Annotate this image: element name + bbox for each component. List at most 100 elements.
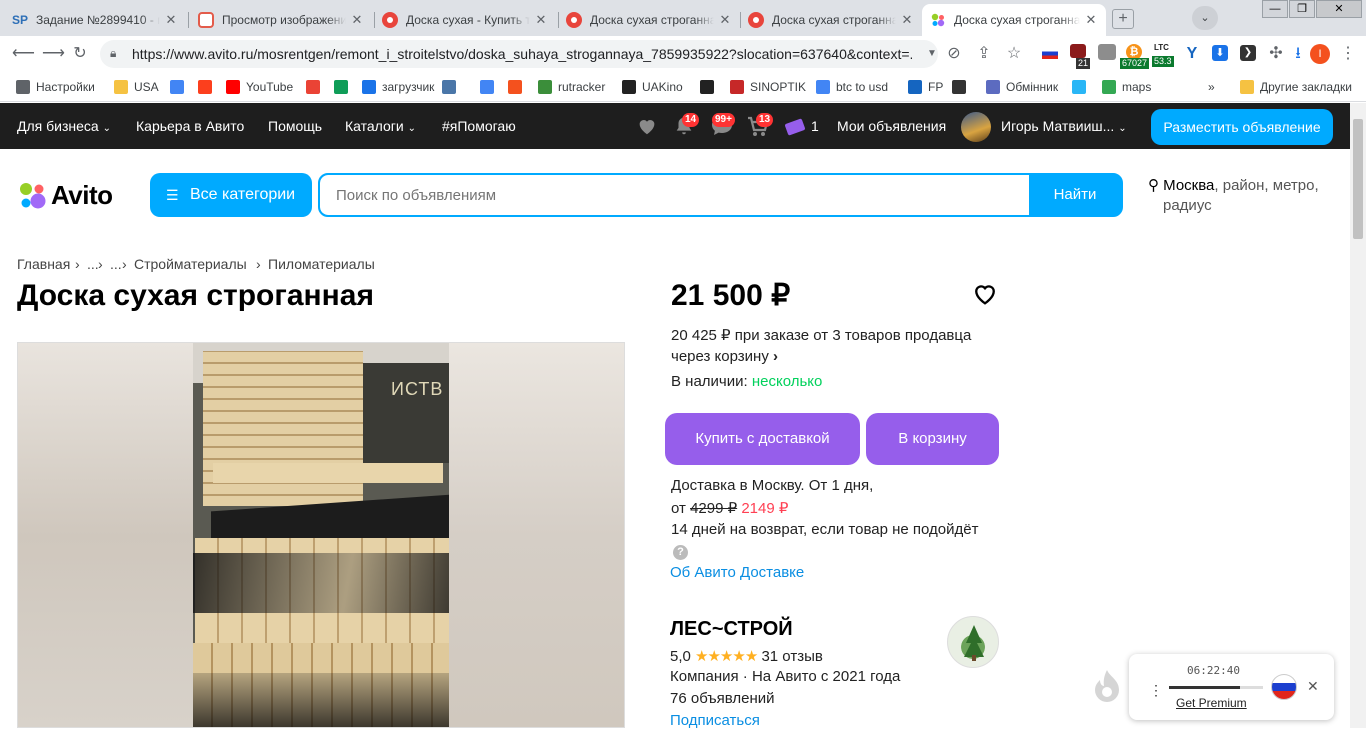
close-tab-icon[interactable]: ✕ [164,12,178,28]
favorite-heart-icon[interactable] [970,280,1000,313]
close-tab-icon[interactable]: ✕ [1084,12,1098,28]
extension-shield-icon[interactable] [1070,44,1086,58]
close-icon[interactable]: ✕ [1307,678,1319,695]
add-to-cart-button[interactable]: В корзину [866,413,999,465]
all-categories-button[interactable]: ☰ Все категории [150,173,312,217]
browser-tab-active[interactable]: Доска сухая строганная ✕ [922,4,1106,36]
bookmark-item[interactable] [952,78,972,96]
widget-menu-icon[interactable]: ⋮ [1149,682,1163,699]
bookmark-item[interactable] [700,78,720,96]
breadcrumb-item[interactable]: ... [110,256,122,272]
share-icon[interactable]: ⇪ [974,44,994,64]
download-ext-icon[interactable]: ⬇ [1212,45,1228,61]
browser-tab[interactable]: Доска сухая - Купить то ✕ [374,4,556,36]
maximize-button[interactable]: ❐ [1289,0,1315,18]
ya-help-link[interactable]: #яПомогаю [442,103,516,149]
bookmark-item[interactable] [170,78,190,96]
avito-logo[interactable]: Avito [17,180,113,211]
my-ads-link[interactable]: Мои объявления [837,103,946,149]
other-bookmarks-folder[interactable]: Другие закладки [1240,78,1352,96]
about-delivery-link[interactable]: Об Авито Доставке [670,564,804,581]
tab-search-chevron-icon[interactable]: ⌄ [1192,6,1218,30]
extension-arrow-icon[interactable]: ❯ [1240,45,1256,61]
bookmark-item[interactable]: Настройки [16,78,95,96]
bookmark-label: YouTube [246,80,294,94]
close-tab-icon[interactable]: ✕ [534,12,548,28]
bookmark-item[interactable] [306,78,326,96]
location-selector[interactable]: ⚲ Москва, район, метро, радиус [1148,176,1338,216]
close-window-button[interactable]: ✕ [1316,0,1362,18]
bookmark-item[interactable] [442,78,462,96]
bookmark-item[interactable] [480,78,500,96]
subscribe-link[interactable]: Подписаться [670,712,760,729]
russian-flag-icon[interactable] [1042,48,1058,59]
bookmark-item[interactable]: FP [908,78,943,96]
forward-icon[interactable]: ⟶ [42,44,65,64]
career-link[interactable]: Карьера в Авито [136,103,244,149]
for-business-menu[interactable]: Для бизнеса ⌄ [17,103,111,149]
bookmark-item[interactable]: USA [114,78,159,96]
blocked-icon[interactable]: ⊘ [944,44,964,64]
breadcrumb-item[interactable]: Пиломатериалы [268,256,375,272]
minimize-button[interactable]: — [1262,0,1288,18]
profile-avatar-icon[interactable]: I [1310,44,1330,64]
user-avatar[interactable] [961,112,991,142]
seller-logo[interactable] [947,616,999,668]
back-icon[interactable]: ⟵ [12,44,35,64]
search-input[interactable] [320,175,1029,215]
bookmark-item[interactable] [508,78,528,96]
more-bookmarks-button[interactable]: » [1208,78,1215,96]
bookmark-item[interactable] [334,78,354,96]
close-tab-icon[interactable]: ✕ [718,12,732,28]
bookmark-item[interactable]: YouTube [226,78,293,96]
address-bar[interactable]: 🔒︎ https://www.avito.ru/mosrentgen/remon… [100,40,938,68]
favorites-heart-icon[interactable] [636,115,658,142]
bookmark-star-icon[interactable]: ☆ [1004,44,1024,64]
bulk-cart-link[interactable]: через корзину › [671,348,778,365]
dropdown-icon[interactable]: ▼ [922,44,942,64]
page-scrollbar[interactable] [1350,103,1366,728]
breadcrumb-item[interactable]: Главная [17,256,70,272]
help-question-icon[interactable]: ? [673,545,688,560]
bookmark-item[interactable]: rutracker [538,78,605,96]
seller-name[interactable]: ЛЕС~СТРОЙ [670,618,793,641]
catalogs-menu[interactable]: Каталоги ⌄ [345,103,416,149]
bookmark-item[interactable]: загрузчик [362,78,434,96]
extensions-puzzle-icon[interactable]: ✣ [1266,44,1286,64]
reload-icon[interactable]: ↻ [70,44,90,64]
bookmark-item[interactable]: maps [1102,78,1151,96]
bookmark-item[interactable]: UAKino [622,78,683,96]
search-button[interactable]: Найти [1029,175,1121,215]
reviews-link[interactable]: 31 отзыв [761,648,822,665]
menu-dots-icon[interactable]: ⋮ [1338,44,1358,64]
browser-tab[interactable]: SP Задание №2899410 - п ✕ [4,4,186,36]
new-tab-button[interactable]: + [1112,9,1134,29]
close-tab-icon[interactable]: ✕ [350,12,364,28]
flame-icon[interactable] [1090,668,1124,704]
bookmark-item[interactable] [198,78,218,96]
close-tab-icon[interactable]: ✕ [900,12,914,28]
downloads-icon[interactable]: ⭳ [1288,44,1308,64]
scrollbar-thumb[interactable] [1353,119,1363,239]
bookmark-item[interactable] [1072,78,1092,96]
extension-y-icon[interactable]: Y [1182,44,1202,64]
breadcrumb-item[interactable]: Стройматериалы [134,256,247,272]
seller-ads-count[interactable]: 76 объявлений [670,690,775,707]
bookmarks-bar: Настройки USA YouTube загрузчик rutracker UAK… [0,72,1366,102]
browser-tab[interactable]: Доска сухая строганная ✕ [558,4,740,36]
help-link[interactable]: Помощь [268,103,322,149]
get-premium-link[interactable]: Get Premium [1176,696,1247,710]
buy-with-delivery-button[interactable]: Купить с доставкой [665,413,860,465]
extension-briefcase-icon[interactable] [1098,44,1116,60]
browser-tab[interactable]: Просмотр изображени ✕ [190,4,372,36]
bookmark-item[interactable]: btc to usd [816,78,888,96]
bookmark-item[interactable]: SINOPTIK [730,78,806,96]
listing-photo[interactable]: ИСТВ [17,342,625,728]
user-menu[interactable]: Игорь Матвииш... ⌄ [1001,103,1127,149]
bookmark-item[interactable]: Обмінник [986,78,1058,96]
russian-flag-icon[interactable] [1271,674,1297,700]
breadcrumb-item[interactable]: ... [87,256,99,272]
bonus-ticket-icon[interactable] [784,117,806,142]
post-ad-button[interactable]: Разместить объявление [1151,109,1333,145]
browser-tab[interactable]: Доска сухая строганная ✕ [740,4,922,36]
